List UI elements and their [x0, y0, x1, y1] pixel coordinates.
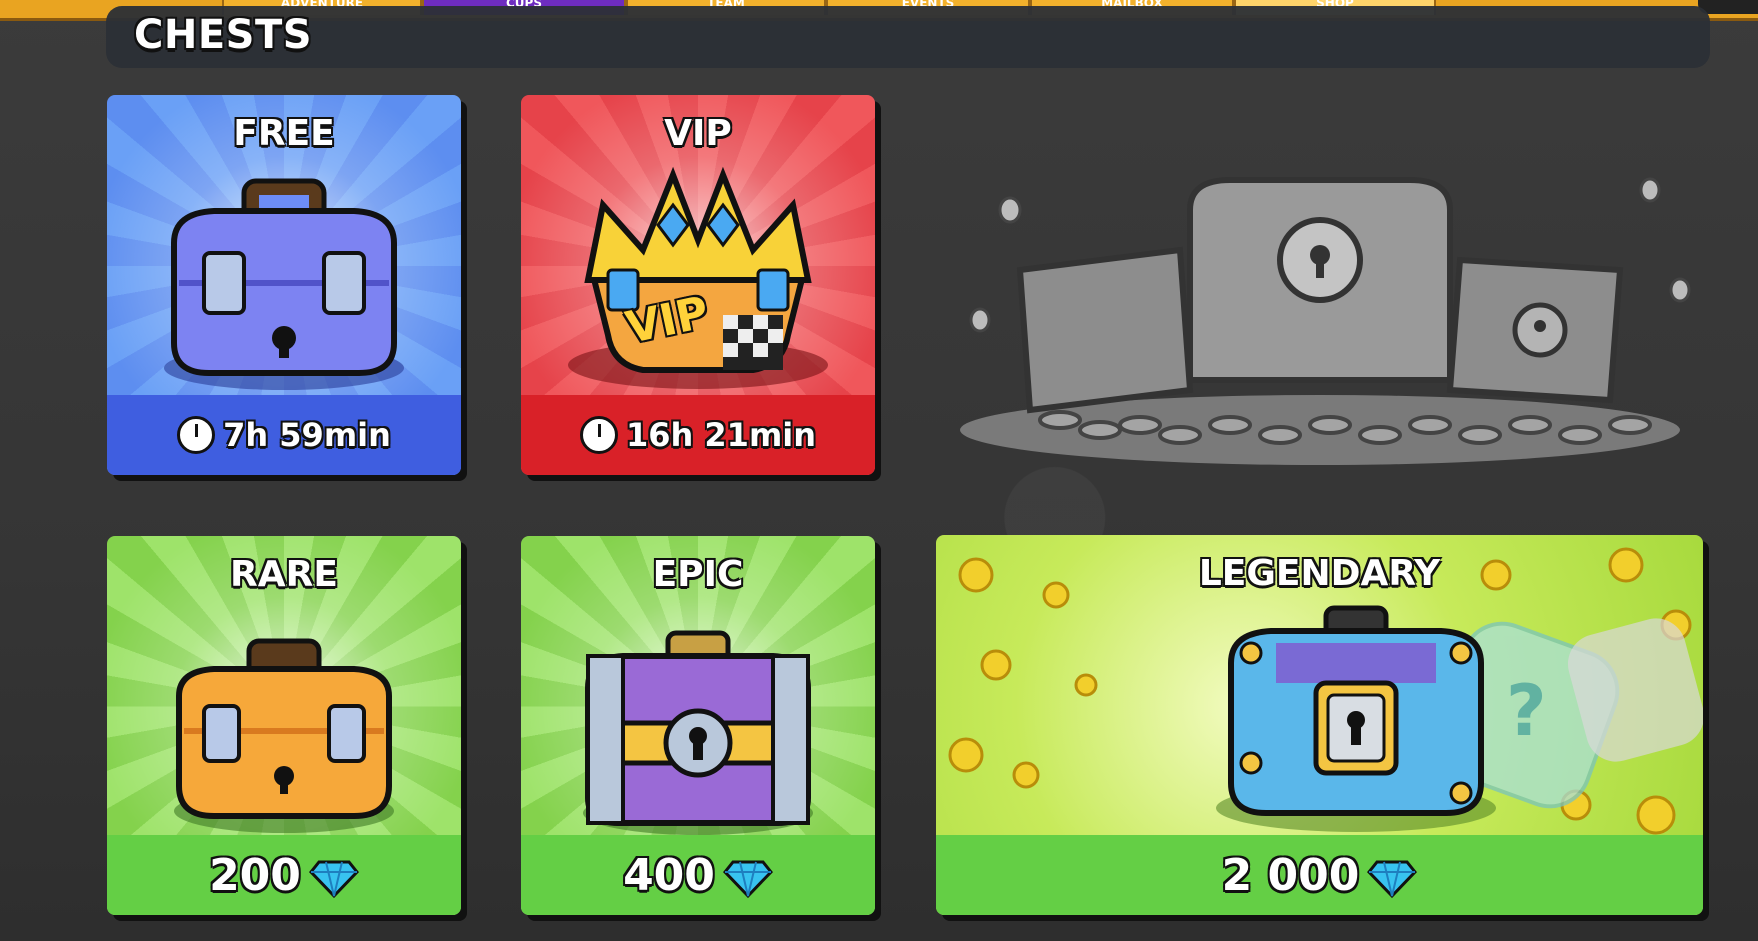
- card-title: RARE: [230, 554, 338, 595]
- card-title: EPIC: [652, 554, 744, 595]
- card-footer: 7h 59min: [107, 395, 461, 475]
- card-footer: 16h 21min: [521, 395, 875, 475]
- card-footer: 2 000: [936, 835, 1703, 915]
- treasure-promo-art: [960, 177, 1691, 465]
- legendary-chest-icon: [1216, 605, 1496, 832]
- chest-price: 2 000: [1221, 849, 1360, 901]
- chest-card-vip[interactable]: VIP VIP 16h 21min: [521, 95, 875, 475]
- chest-price: 400: [623, 849, 715, 901]
- chest-timer: 7h 59min: [223, 416, 391, 454]
- gem-icon: [308, 860, 359, 899]
- orange-chest-icon: [174, 638, 394, 833]
- section-header-bar: [106, 6, 1710, 68]
- card-footer: 200: [107, 835, 461, 915]
- clock-icon: [579, 416, 618, 454]
- chest-card-epic[interactable]: EPIC 400: [521, 536, 875, 915]
- card-footer: 400: [521, 835, 875, 915]
- blue-chest-icon: [164, 178, 404, 390]
- gem-icon: [1367, 860, 1418, 899]
- chest-timer: 16h 21min: [625, 416, 817, 454]
- chest-card-rare[interactable]: RARE 200: [107, 536, 461, 915]
- card-title: FREE: [233, 113, 335, 154]
- chest-price: 200: [209, 849, 301, 901]
- section-title: CHESTS: [134, 12, 313, 58]
- card-title: LEGENDARY: [1198, 553, 1441, 594]
- chest-card-free[interactable]: FREE 7h 59min: [107, 95, 461, 475]
- gem-icon: [722, 860, 773, 899]
- purple-chest-icon: [583, 630, 813, 835]
- card-title: VIP: [664, 113, 732, 154]
- svg-text:?: ?: [1506, 670, 1547, 752]
- vip-chest-icon: [568, 166, 828, 389]
- clock-icon: [177, 416, 216, 454]
- chest-card-legendary[interactable]: ? LEGENDARY 2 000: [936, 535, 1703, 915]
